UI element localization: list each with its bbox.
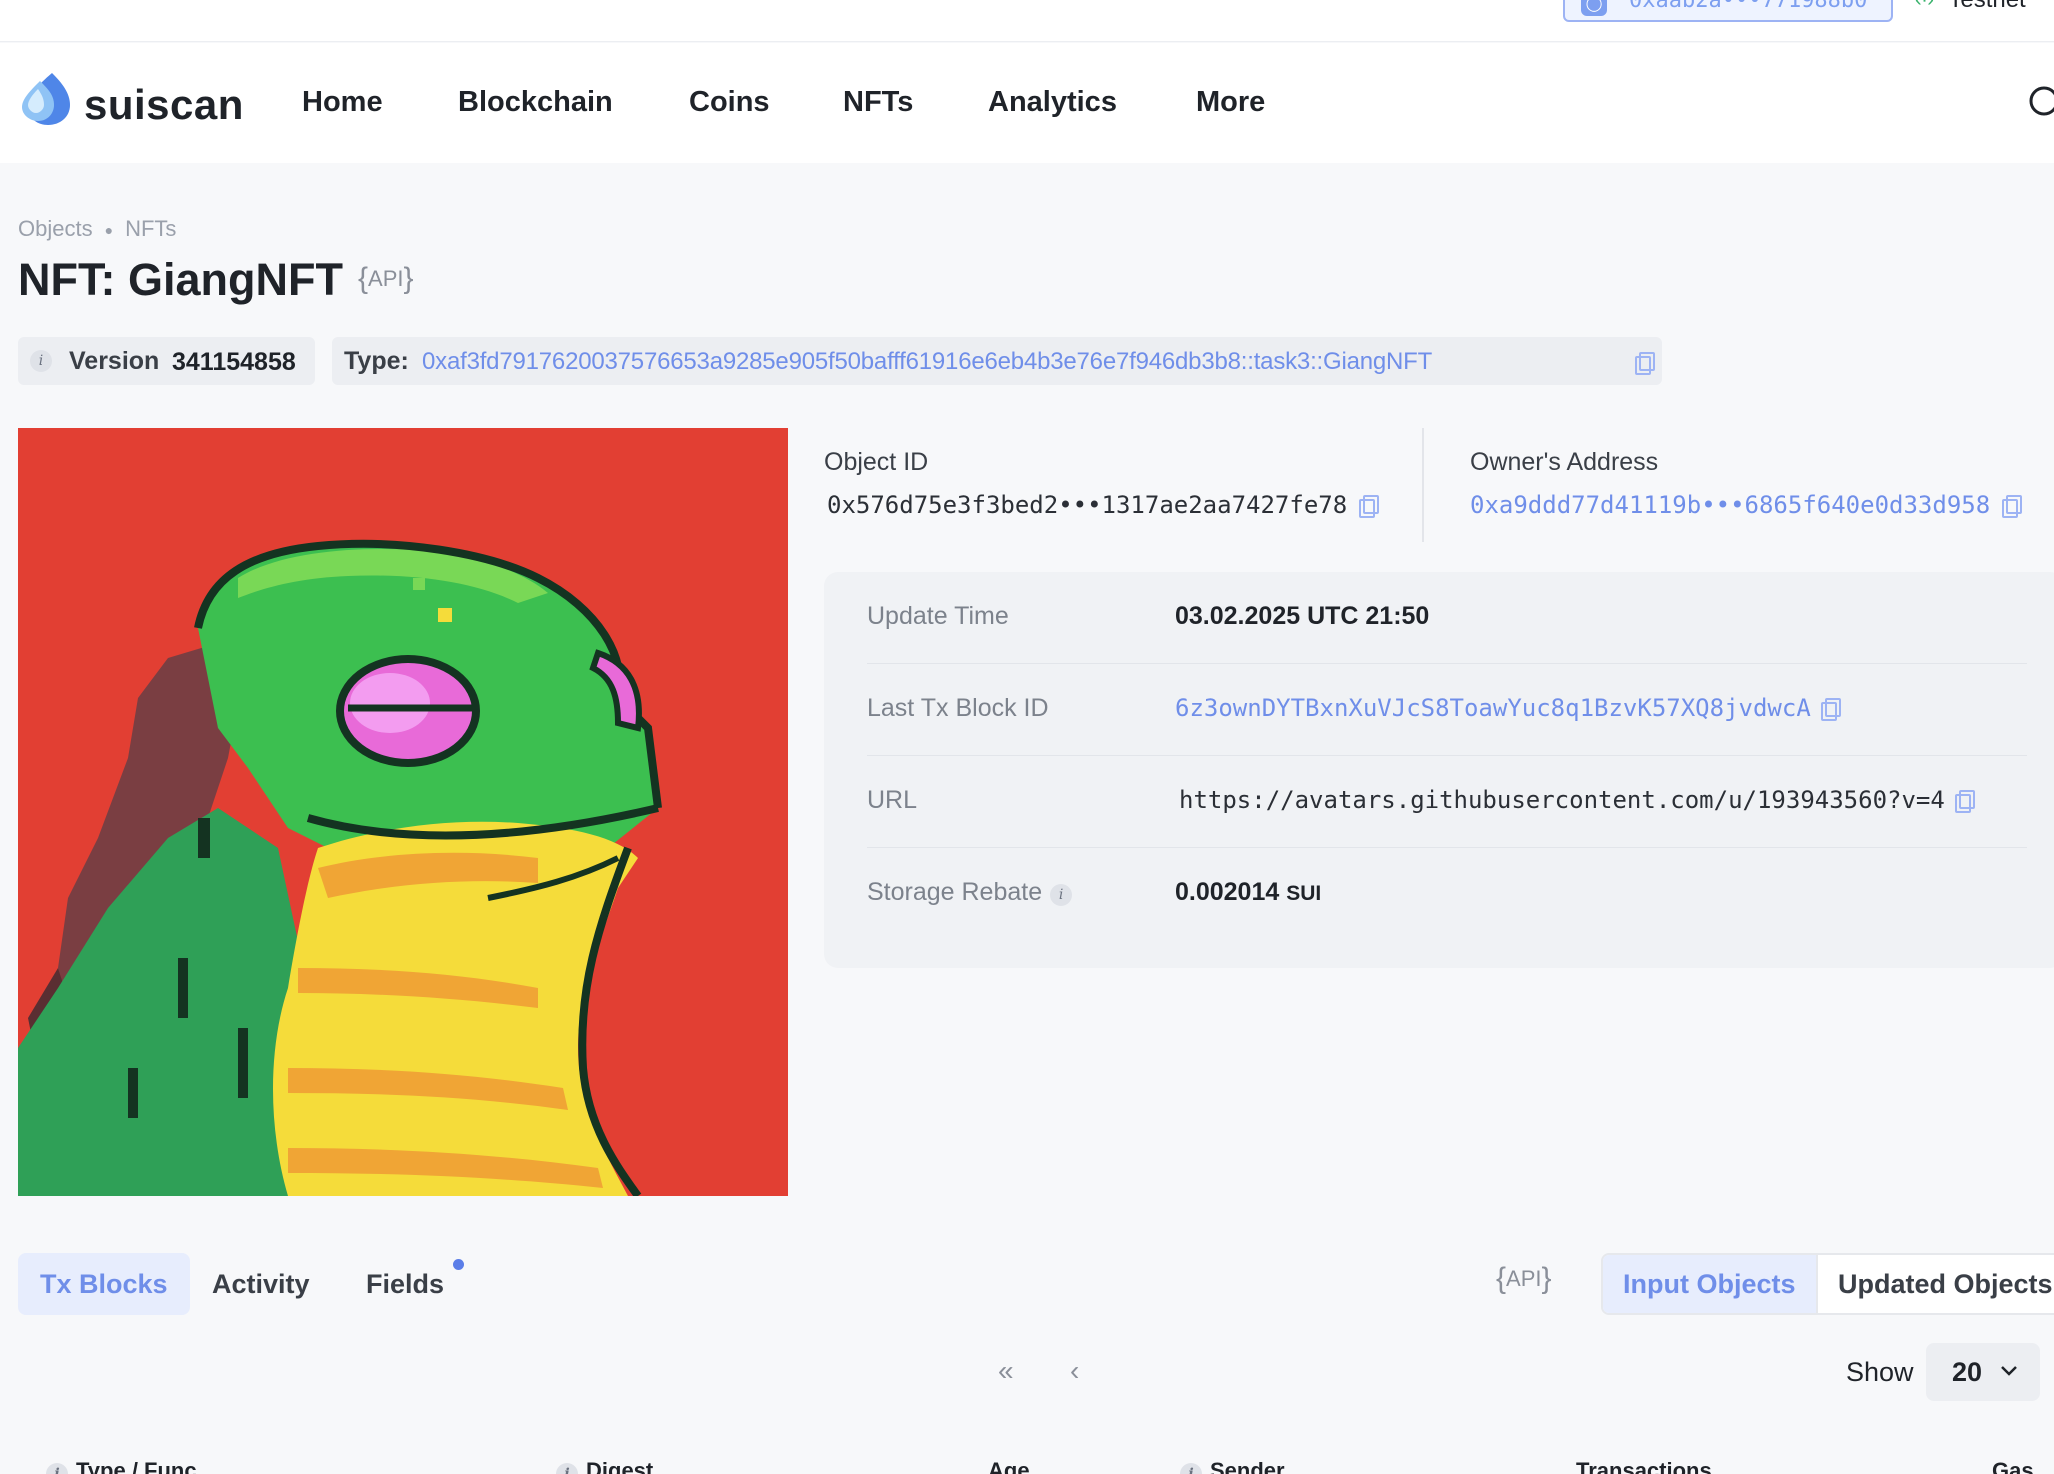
type-pill: Type: 0xaf3fd7917620037576653a9285e905f5… [332, 337, 1662, 385]
page-title: NFT: GiangNFT [18, 254, 343, 305]
tab-fields-label: Fields [366, 1269, 445, 1299]
th-type-func: i Type / Func [46, 1458, 197, 1474]
tab-tx-blocks[interactable]: Tx Blocks [18, 1253, 190, 1315]
info-icon[interactable]: i [1050, 884, 1073, 906]
owner-address-label: Owner's Address [1470, 448, 1659, 476]
copy-icon[interactable] [2002, 495, 2023, 518]
tabs-api-button[interactable]: {API} [1496, 1262, 1552, 1296]
breadcrumb-nfts[interactable]: NFTs [125, 216, 176, 241]
wallet-address-chip[interactable]: ◯ 0xaab2a•••771988b0 [1563, 0, 1893, 22]
last-tx-value: 6z3ownDYTBxnXuVJcS8ToawYuc8q1BzvK57XQ8jv… [1175, 694, 1841, 722]
nav-blockchain[interactable]: Blockchain [458, 86, 613, 119]
th-transactions: Transactions [1576, 1458, 1712, 1474]
page-size-value: 20 [1952, 1357, 1983, 1387]
owner-address-block: Owner's Address 0xa9ddd77d41119b•••6865f… [1470, 448, 2023, 519]
network-selector[interactable]: ‹∙› Testnet [1915, 0, 2026, 16]
breadcrumb-separator: ● [104, 222, 114, 239]
api-label: API [368, 266, 404, 291]
suiscan-logo-icon [22, 73, 70, 125]
brand-name: suiscan [84, 81, 244, 128]
storage-rebate-unit: SUI [1286, 882, 1322, 905]
object-id-label: Object ID [824, 448, 929, 476]
detail-row-url: URL https://avatars.githubusercontent.co… [867, 756, 2027, 848]
top-strip: ◯ 0xaab2a•••771988b0 ‹∙› Testnet [0, 0, 2054, 42]
nft-frog-artwork [18, 428, 788, 1196]
network-label: Testnet [1948, 0, 2025, 14]
url-text: https://avatars.githubusercontent.com/u/… [1179, 786, 1945, 814]
last-tx-label: Last Tx Block ID [867, 694, 1049, 722]
segment-updated-objects[interactable]: Updated Objects [1816, 1255, 2054, 1313]
url-value: https://avatars.githubusercontent.com/u/… [1179, 786, 1975, 814]
object-id-block: Object ID 0x576d75e3f3bed2•••1317ae2aa74… [824, 448, 1380, 519]
version-value: 341154858 [172, 348, 296, 376]
breadcrumb: Objects ● NFTs [18, 216, 176, 242]
th-digest-label: Digest [586, 1458, 654, 1474]
detail-row-last-tx: Last Tx Block ID 6z3ownDYTBxnXuVJcS8Toaw… [867, 664, 2027, 756]
th-sender: i Sender [1180, 1458, 1285, 1474]
version-pill: i Version 341154858 [18, 337, 315, 385]
copy-icon[interactable] [1635, 352, 1655, 375]
th-age: Age [988, 1458, 1030, 1474]
object-id-value: 0x576d75e3f3bed2•••1317ae2aa7427fe78 [827, 491, 1380, 519]
type-label: Type: [344, 347, 409, 375]
copy-icon[interactable] [1359, 495, 1380, 518]
copy-icon[interactable] [1954, 790, 1975, 813]
last-tx-link[interactable]: 6z3ownDYTBxnXuVJcS8ToawYuc8q1BzvK57XQ8jv… [1175, 694, 1811, 722]
nav-coins[interactable]: Coins [689, 86, 770, 119]
detail-row-storage-rebate: Storage Rebate i 0.002014 SUI [867, 848, 2027, 940]
nav-more[interactable]: More [1196, 86, 1265, 119]
nav-analytics[interactable]: Analytics [988, 86, 1117, 119]
detail-row-update-time: Update Time 03.02.2025 UTC 21:50 [867, 572, 2027, 664]
wallet-address: 0xaab2a•••771988b0 [1629, 0, 1868, 13]
main-navbar: suiscan Home Blockchain Coins NFTs Analy… [0, 43, 2054, 163]
prev-page-button[interactable]: ‹ [1070, 1355, 1079, 1387]
info-icon[interactable]: i [46, 1463, 68, 1474]
th-type-func-label: Type / Func [76, 1458, 197, 1474]
url-label: URL [867, 786, 918, 814]
update-time-value: 03.02.2025 UTC 21:50 [1175, 602, 1430, 630]
api-button[interactable]: {API} [358, 262, 414, 296]
column-divider [1422, 428, 1424, 542]
tabs-api-label: API [1506, 1266, 1542, 1291]
nav-home[interactable]: Home [302, 86, 383, 119]
th-digest: i Digest [556, 1458, 653, 1474]
first-page-button[interactable]: « [998, 1355, 1014, 1387]
storage-rebate-amount: 0.002014 [1175, 878, 1280, 906]
info-icon[interactable]: i [556, 1463, 578, 1474]
wallet-icon: ◯ [1581, 0, 1607, 16]
breadcrumb-objects[interactable]: Objects [18, 216, 93, 241]
info-icon[interactable]: i [1180, 1463, 1202, 1474]
segment-input-objects[interactable]: Input Objects [1603, 1255, 1816, 1313]
notification-dot [453, 1259, 465, 1270]
version-label: Version [69, 347, 160, 375]
owner-address-link[interactable]: 0xa9ddd77d41119b•••6865f640e0d33d958 [1470, 491, 1990, 519]
info-icon[interactable]: i [30, 350, 52, 372]
update-time-label: Update Time [867, 602, 1009, 630]
search-icon[interactable] [2024, 83, 2054, 123]
page-size-select[interactable]: 20 [1926, 1343, 2040, 1401]
type-value-link[interactable]: 0xaf3fd7917620037576653a9285e905f50bafff… [422, 348, 1432, 376]
storage-rebate-label-text: Storage Rebate [867, 878, 1043, 906]
tab-fields[interactable]: Fields [344, 1253, 466, 1315]
th-gas: Gas [1992, 1458, 2034, 1474]
nav-nfts[interactable]: NFTs [843, 86, 913, 119]
network-signal-icon: ‹∙› [1915, 0, 1934, 12]
nft-image [18, 428, 788, 1196]
show-label: Show [1846, 1357, 1914, 1387]
tab-activity[interactable]: Activity [190, 1253, 332, 1315]
object-id-text: 0x576d75e3f3bed2•••1317ae2aa7427fe78 [827, 491, 1348, 519]
th-sender-label: Sender [1210, 1458, 1285, 1474]
object-filter-toggle: Input Objects Updated Objects [1601, 1253, 2054, 1315]
chevron-down-icon [2001, 1366, 2017, 1376]
storage-rebate-label: Storage Rebate i [867, 878, 1073, 907]
storage-rebate-value: 0.002014 SUI [1175, 878, 1321, 907]
owner-address-value: 0xa9ddd77d41119b•••6865f640e0d33d958 [1470, 491, 2023, 519]
details-card: Update Time 03.02.2025 UTC 21:50 Last Tx… [824, 572, 2054, 968]
copy-icon[interactable] [1820, 698, 1841, 721]
